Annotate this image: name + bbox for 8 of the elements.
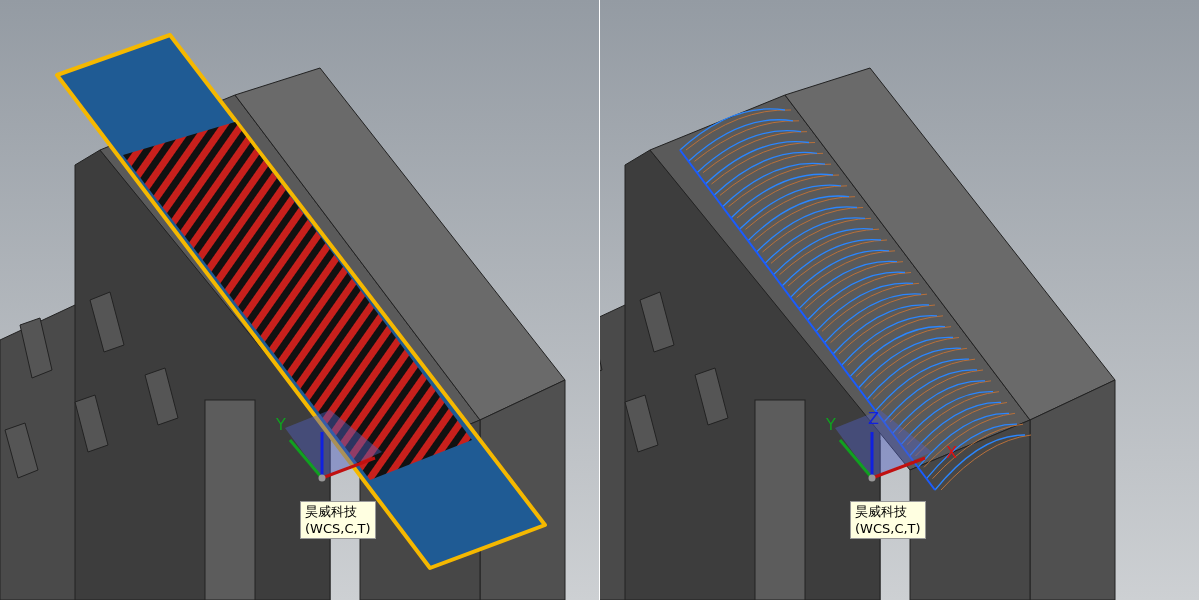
label-text: (WCS,C,T) [305,520,371,537]
axis-label: Y [276,415,286,434]
label-text: 昊威科技 [855,503,908,520]
label-text: (WCS,C,T) [855,520,921,537]
axis-label: Z [868,409,879,428]
axis-label: Y [826,415,836,434]
selected-surface[interactable] [55,33,547,570]
label-text: 昊威科技 [305,503,358,520]
